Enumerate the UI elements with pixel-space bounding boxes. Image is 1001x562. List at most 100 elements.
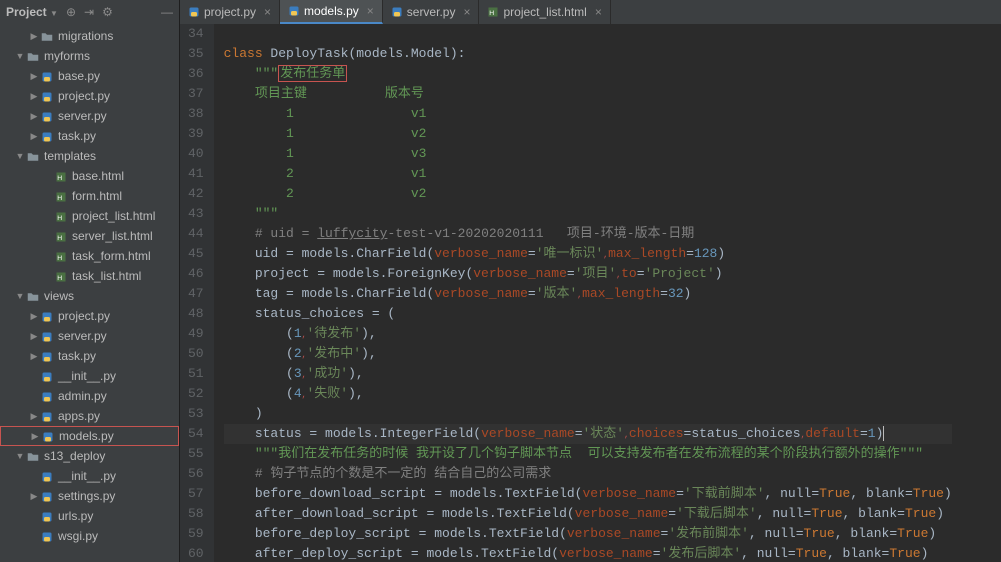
expand-arrow-icon[interactable]: ▶ bbox=[28, 351, 40, 362]
tree-folder[interactable]: ▼myforms bbox=[0, 46, 179, 66]
tree-folder[interactable]: ▶migrations bbox=[0, 26, 179, 46]
select-opened-file-icon[interactable]: ⊕ bbox=[66, 5, 76, 19]
line-number: 48 bbox=[188, 304, 204, 324]
tree-folder[interactable]: ▼ s13_deploy bbox=[0, 446, 179, 466]
svg-text:H: H bbox=[57, 175, 62, 182]
settings-gear-icon[interactable]: ⚙ bbox=[102, 5, 113, 19]
tree-item-label: s13_deploy bbox=[44, 449, 105, 463]
tree-file[interactable]: urls.py bbox=[0, 506, 179, 526]
code-line[interactable]: """发布任务单 bbox=[224, 64, 952, 84]
line-number: 35 bbox=[188, 44, 204, 64]
close-tab-icon[interactable]: × bbox=[264, 5, 271, 19]
tree-file[interactable]: wsgi.py bbox=[0, 526, 179, 546]
expand-arrow-icon[interactable]: ▶ bbox=[28, 71, 40, 82]
code-line[interactable]: 项目主键 版本号 bbox=[224, 84, 952, 104]
code-line[interactable]: (1,'待发布'), bbox=[224, 324, 952, 344]
tree-item-label: project_list.html bbox=[72, 209, 155, 223]
code-line[interactable]: """我们在发布任务的时候 我开设了几个钩子脚本节点 可以支持发布者在发布流程的… bbox=[224, 444, 952, 464]
expand-arrow-icon[interactable]: ▶ bbox=[29, 431, 41, 442]
expand-arrow-icon[interactable]: ▶ bbox=[28, 331, 40, 342]
code-line[interactable]: after_deploy_script = models.TextField(v… bbox=[224, 544, 952, 562]
code-line[interactable]: 2 v1 bbox=[224, 164, 952, 184]
svg-text:H: H bbox=[57, 235, 62, 242]
tree-file[interactable]: Hform.html bbox=[0, 186, 179, 206]
expand-arrow-icon[interactable]: ▼ bbox=[14, 451, 26, 461]
close-tab-icon[interactable]: × bbox=[463, 5, 470, 19]
tree-file[interactable]: Hbase.html bbox=[0, 166, 179, 186]
code-line[interactable]: class DeployTask(models.Model): bbox=[224, 44, 952, 64]
code-line[interactable]: (2,'发布中'), bbox=[224, 344, 952, 364]
tree-file[interactable]: ▶server.py bbox=[0, 106, 179, 126]
code-line[interactable]: tag = models.CharField(verbose_name='版本'… bbox=[224, 284, 952, 304]
code-line[interactable]: after_download_script = models.TextField… bbox=[224, 504, 952, 524]
code-line[interactable]: # uid = luffycity-test-v1-20202020111 项目… bbox=[224, 224, 952, 244]
tree-file[interactable]: ▶apps.py bbox=[0, 406, 179, 426]
py-file-icon bbox=[40, 409, 54, 423]
expand-arrow-icon[interactable]: ▶ bbox=[28, 131, 40, 142]
code-line[interactable]: """ bbox=[224, 204, 952, 224]
collapse-all-icon[interactable]: ⇥ bbox=[84, 5, 94, 19]
tree-file[interactable]: Htask_list.html bbox=[0, 266, 179, 286]
expand-arrow-icon[interactable]: ▼ bbox=[14, 151, 26, 161]
code-line[interactable]: (3,'成功'), bbox=[224, 364, 952, 384]
project-view-dropdown[interactable]: Project ▼ bbox=[6, 5, 58, 19]
editor-tab[interactable]: models.py× bbox=[280, 0, 383, 24]
code-line[interactable]: before_download_script = models.TextFiel… bbox=[224, 484, 952, 504]
editor-tab[interactable]: project.py× bbox=[180, 0, 280, 24]
tree-item-label: models.py bbox=[59, 429, 114, 443]
hide-panel-icon[interactable]: — bbox=[161, 5, 173, 19]
code-line[interactable]: project = models.ForeignKey(verbose_name… bbox=[224, 264, 952, 284]
py-file-icon bbox=[40, 489, 54, 503]
code-content[interactable]: class DeployTask(models.Model): """发布任务单… bbox=[214, 24, 952, 562]
expand-arrow-icon[interactable]: ▶ bbox=[28, 311, 40, 322]
code-line[interactable]: 2 v2 bbox=[224, 184, 952, 204]
tree-file[interactable]: admin.py bbox=[0, 386, 179, 406]
tree-file[interactable]: ▶task.py bbox=[0, 126, 179, 146]
project-tree[interactable]: ▶migrations▼myforms▶base.py▶project.py▶s… bbox=[0, 24, 180, 562]
code-line[interactable]: ) bbox=[224, 404, 952, 424]
tree-file[interactable]: __init__.py bbox=[0, 466, 179, 486]
line-number-gutter: 3435363738394041424344454647484950515253… bbox=[180, 24, 214, 562]
tree-file[interactable]: Htask_form.html bbox=[0, 246, 179, 266]
code-line[interactable]: 1 v3 bbox=[224, 144, 952, 164]
tree-folder[interactable]: ▼views bbox=[0, 286, 179, 306]
folder-icon bbox=[40, 29, 54, 43]
code-line[interactable]: 1 v1 bbox=[224, 104, 952, 124]
expand-arrow-icon[interactable]: ▶ bbox=[28, 491, 40, 502]
html-file-icon: H bbox=[54, 249, 68, 263]
editor-tab[interactable]: server.py× bbox=[383, 0, 480, 24]
tree-item-label: base.py bbox=[58, 69, 100, 83]
expand-arrow-icon[interactable]: ▶ bbox=[28, 411, 40, 422]
tree-folder[interactable]: ▼templates bbox=[0, 146, 179, 166]
tree-file[interactable]: ▶server.py bbox=[0, 326, 179, 346]
html-file-icon: H bbox=[54, 169, 68, 183]
line-number: 41 bbox=[188, 164, 204, 184]
code-line[interactable]: 1 v2 bbox=[224, 124, 952, 144]
code-line[interactable]: # 钩子节点的个数是不一定的 结合自己的公司需求 bbox=[224, 464, 952, 484]
editor-tab[interactable]: H project_list.html× bbox=[479, 0, 610, 24]
code-line[interactable]: status = models.IntegerField(verbose_nam… bbox=[224, 424, 952, 444]
expand-arrow-icon[interactable]: ▶ bbox=[28, 111, 40, 122]
tree-file[interactable]: Hserver_list.html bbox=[0, 226, 179, 246]
tree-file[interactable]: __init__.py bbox=[0, 366, 179, 386]
close-tab-icon[interactable]: × bbox=[595, 5, 602, 19]
code-line[interactable]: before_deploy_script = models.TextField(… bbox=[224, 524, 952, 544]
expand-arrow-icon[interactable]: ▼ bbox=[14, 291, 26, 301]
tree-file[interactable]: Hproject_list.html bbox=[0, 206, 179, 226]
tree-file[interactable]: ▶ base.py bbox=[0, 66, 179, 86]
code-line[interactable]: status_choices = ( bbox=[224, 304, 952, 324]
tree-item-label: task_list.html bbox=[72, 269, 141, 283]
tree-file[interactable]: ▶ models.py bbox=[0, 426, 179, 446]
tree-file[interactable]: ▶task.py bbox=[0, 346, 179, 366]
tree-file[interactable]: ▶project.py bbox=[0, 306, 179, 326]
close-tab-icon[interactable]: × bbox=[367, 4, 374, 18]
code-line[interactable]: uid = models.CharField(verbose_name='唯一标… bbox=[224, 244, 952, 264]
expand-arrow-icon[interactable]: ▶ bbox=[28, 31, 40, 42]
expand-arrow-icon[interactable]: ▶ bbox=[28, 91, 40, 102]
tree-file[interactable]: ▶settings.py bbox=[0, 486, 179, 506]
tree-file[interactable]: ▶project.py bbox=[0, 86, 179, 106]
expand-arrow-icon[interactable]: ▼ bbox=[14, 51, 26, 61]
code-editor[interactable]: 3435363738394041424344454647484950515253… bbox=[180, 24, 1001, 562]
code-line[interactable]: (4,'失败'), bbox=[224, 384, 952, 404]
code-line[interactable] bbox=[224, 24, 952, 44]
